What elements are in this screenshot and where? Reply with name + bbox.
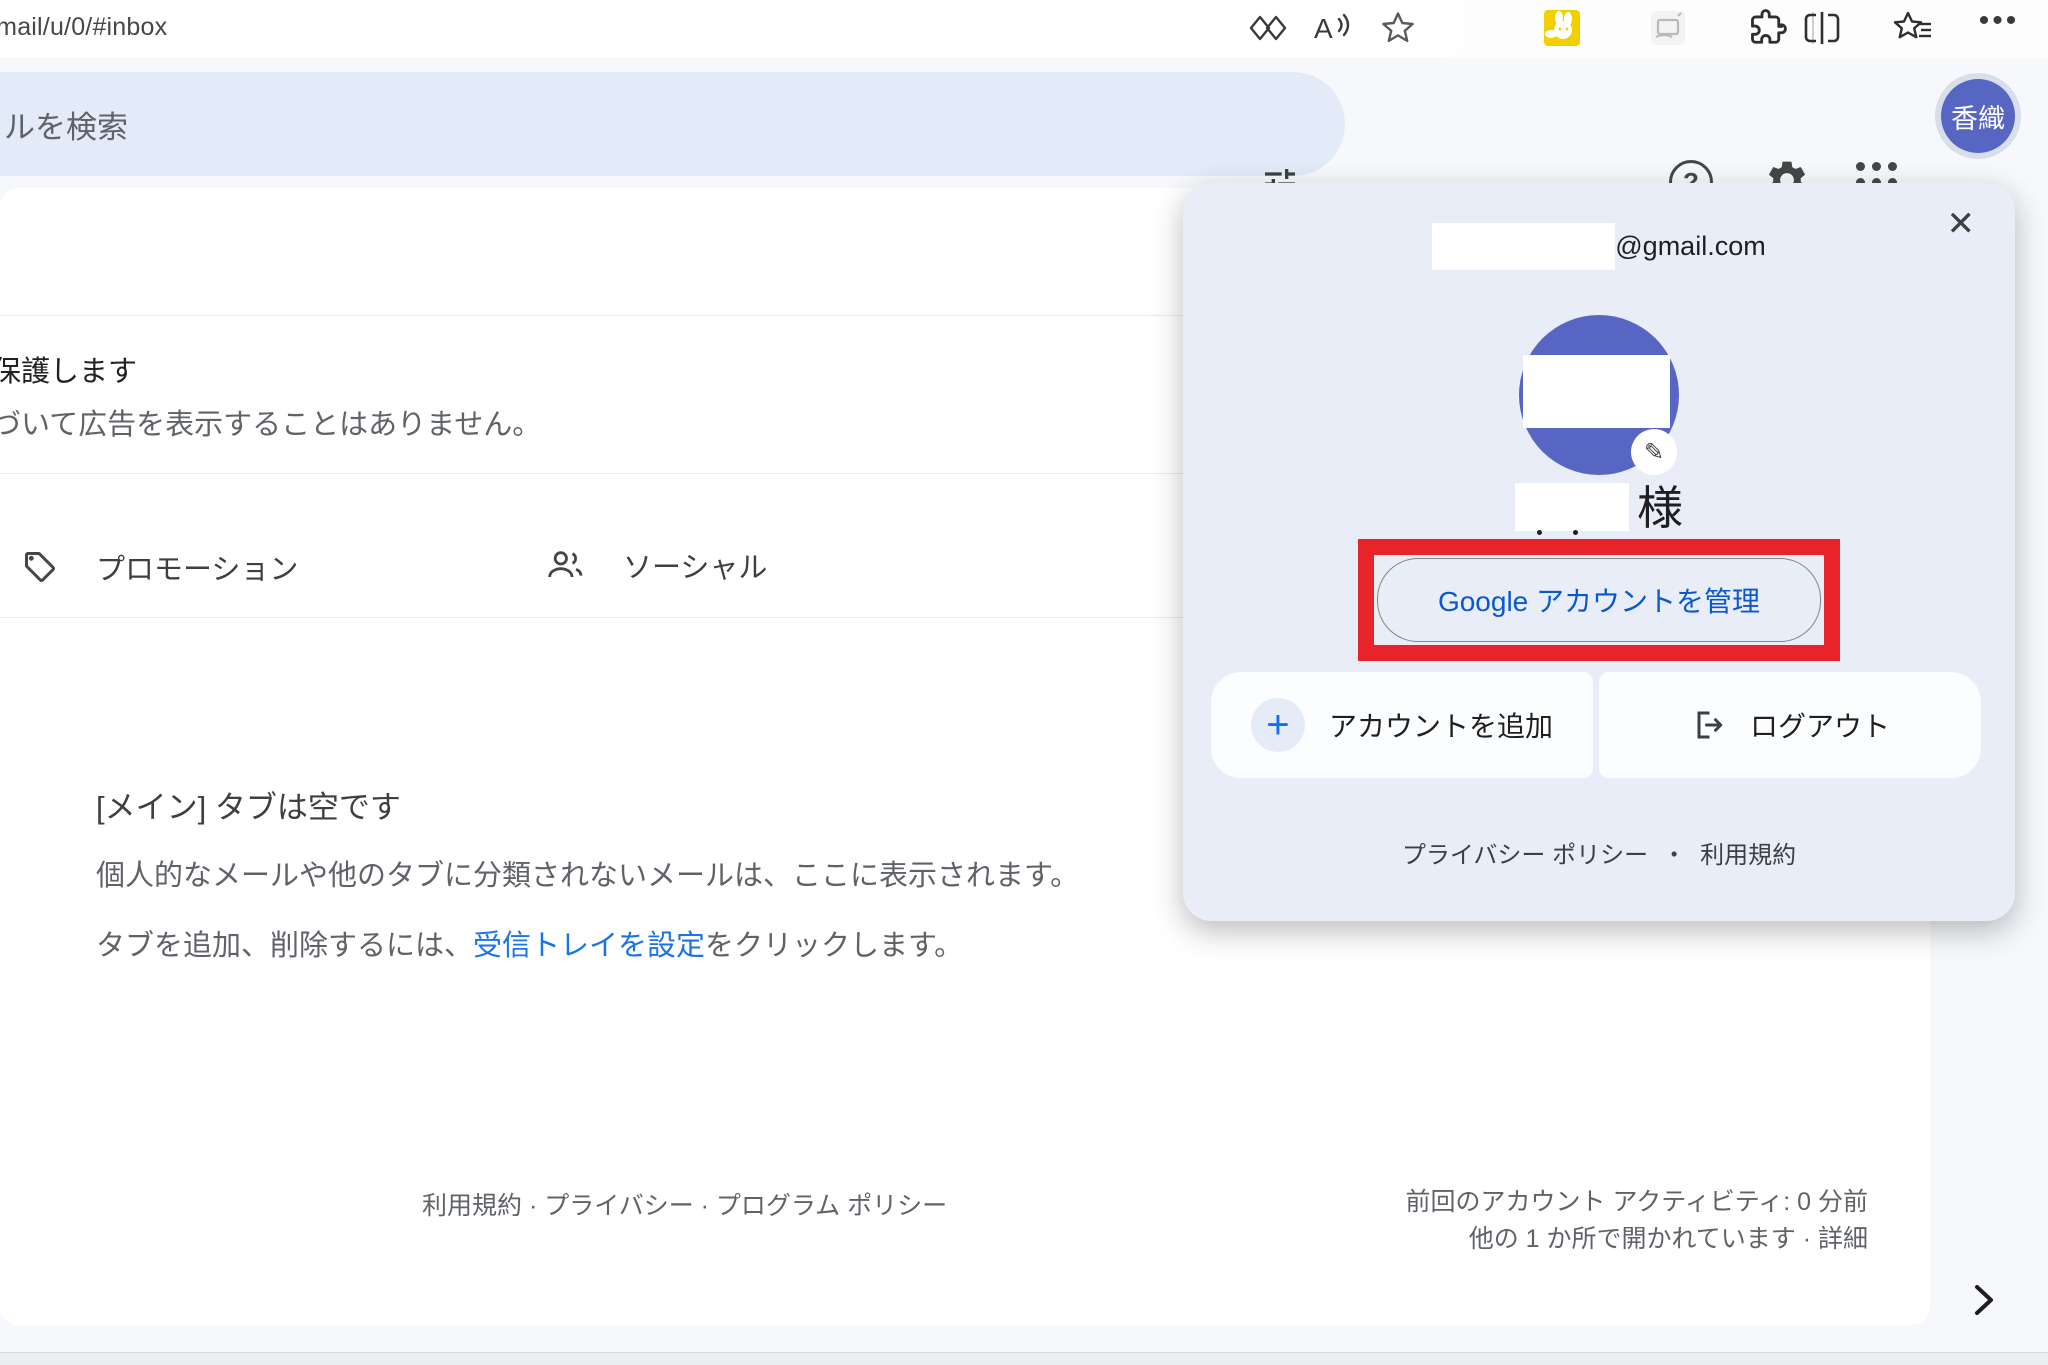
empty-inbox-description: 個人的なメールや他のタブに分類されないメールは、ここに表示されます。 (96, 852, 1079, 894)
privacy-policy-link[interactable]: プライバシー ポリシー (1402, 835, 1648, 870)
tab-social[interactable]: ソーシャル (545, 544, 767, 586)
footer-separator: ・ (1662, 835, 1686, 870)
name-redaction-box (1515, 483, 1629, 531)
plus-icon: + (1251, 698, 1305, 752)
logout-button[interactable]: ログアウト (1599, 672, 1981, 778)
account-actions-row: + アカウントを追加 ログアウト (1211, 672, 1981, 778)
edit-avatar-icon[interactable]: ✎ (1631, 429, 1677, 475)
account-avatar[interactable]: 香織 (1941, 79, 2015, 153)
search-placeholder: ルを検索 (4, 72, 128, 176)
privacy-banner-text: づいて広告を表示することはありません。 (0, 401, 541, 443)
extensions-puzzle-icon[interactable] (1746, 6, 1790, 50)
extension-yellow-rabbit-icon[interactable] (1540, 6, 1584, 50)
tag-icon (22, 549, 58, 585)
split-screen-icon[interactable] (1800, 6, 1844, 50)
tab-label: ソーシャル (623, 544, 767, 586)
people-icon (545, 545, 585, 585)
account-activity: 前回のアカウント アクティビティ: 0 分前 他の 1 か所で開かれています ·… (1406, 1184, 1868, 1258)
account-menu-popup: ✕ @gmail.com ✎ 様 Google アカウントを管理 + アカウント… (1183, 183, 2015, 921)
bottom-edge-bar (0, 1352, 2048, 1365)
search-input[interactable]: ルを検索 (0, 72, 1345, 176)
privacy-banner-title: 保護します (0, 348, 137, 390)
greeting-row: 様 (1183, 483, 2015, 531)
avatar-redaction-box (1523, 355, 1670, 428)
browser-toolbar: m/mail/u/0/#inbox A ••• (0, 0, 2048, 59)
greeting-suffix: 様 (1637, 485, 1683, 531)
account-email-domain: @gmail.com (1615, 231, 1765, 262)
open-locations-text: 他の 1 か所で開かれています · 詳細 (1406, 1221, 1868, 1258)
last-activity-text: 前回のアカウント アクティビティ: 0 分前 (1406, 1184, 1868, 1221)
svg-text:A: A (1314, 13, 1333, 44)
empty-inbox-title: [メイン] タブは空です (96, 782, 401, 827)
tab-label: プロモーション (96, 546, 298, 588)
popup-footer: プライバシー ポリシー ・ 利用規約 (1183, 835, 2015, 870)
collections-icon[interactable] (1891, 6, 1935, 50)
details-link[interactable]: 詳細 (1818, 1225, 1868, 1253)
inbox-settings-link[interactable]: 受信トレイを設定 (473, 930, 705, 962)
gmail-header: ルを検索 ? 香織 (0, 58, 2048, 188)
tab-promotions[interactable]: プロモーション (22, 546, 298, 588)
footer-policy-links[interactable]: 利用規約 · プライバシー · プログラム ポリシー (422, 1186, 947, 1222)
annotation-red-highlight: Google アカウントを管理 (1358, 539, 1840, 661)
more-options-icon[interactable]: ••• (1977, 6, 2021, 50)
favorites-star-icon[interactable] (1376, 6, 1420, 50)
url-text[interactable]: m/mail/u/0/#inbox (0, 13, 167, 42)
screen: m/mail/u/0/#inbox A ••• (0, 0, 2048, 1365)
manage-google-account-button[interactable]: Google アカウントを管理 (1377, 558, 1821, 642)
add-account-button[interactable]: + アカウントを追加 (1211, 672, 1593, 778)
extension-gray-icon[interactable] (1646, 6, 1690, 50)
terms-link[interactable]: 利用規約 (1700, 835, 1796, 870)
empty-inbox-hint: タブを追加、削除するには、受信トレイを設定をクリックします。 (96, 922, 963, 964)
read-aloud-icon[interactable]: A (1310, 6, 1354, 50)
email-redaction-box (1432, 223, 1615, 270)
show-side-panel-chevron[interactable] (1962, 1278, 2006, 1322)
account-email-row: @gmail.com (1183, 223, 2015, 270)
account-avatar-large: ✎ (1519, 315, 1679, 475)
split-diamonds-icon[interactable] (1246, 6, 1290, 50)
logout-icon (1690, 707, 1726, 743)
